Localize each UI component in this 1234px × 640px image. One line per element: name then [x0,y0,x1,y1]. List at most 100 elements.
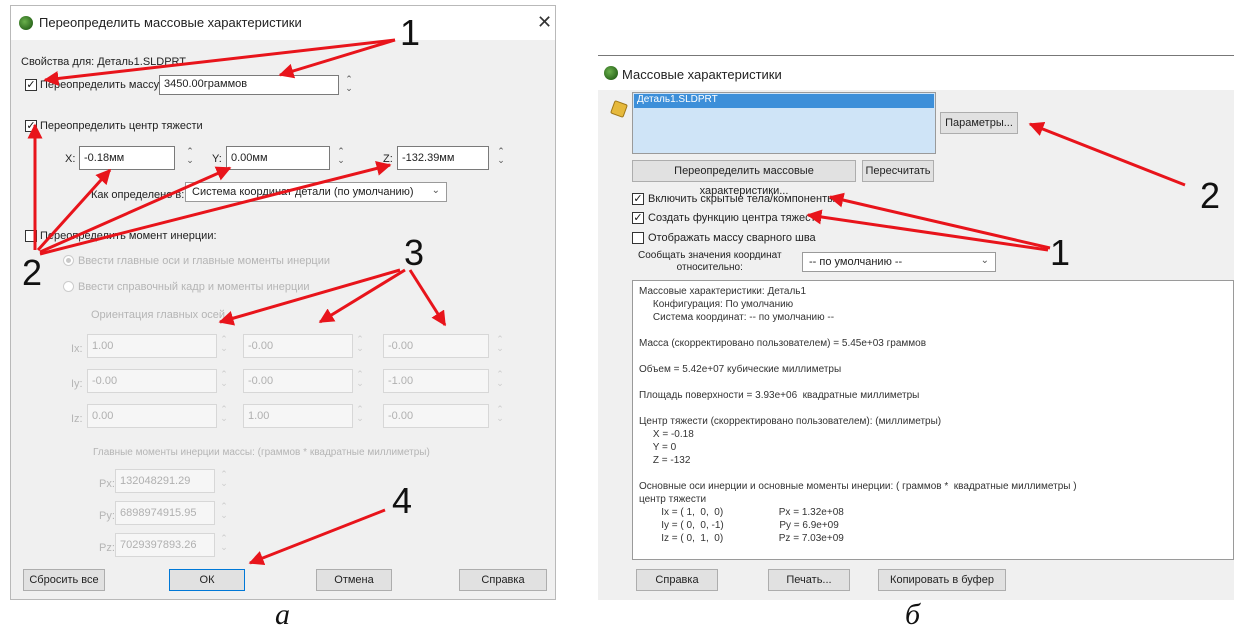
px-input[interactable]: 132048291.29 [115,469,215,493]
px-label: Px: [99,478,115,490]
create-com-feature-checkbox[interactable]: ✓ [632,212,644,224]
results-line: Ix = ( 1, 0, 0) Px = 1.32e+08 [639,507,844,518]
dialog-titlebar: Переопределить массовые характеристики ✕ [11,6,555,40]
override-mass-label: Переопределить массу. [40,79,162,91]
annotation-number-2: 2 [22,252,43,293]
annotation-number-3: 3 [404,232,425,273]
results-line: Система координат: -- по умолчанию -- [639,312,835,323]
results-line: Моменты инерции: ( граммов * квадратные … [639,558,1227,559]
iy-3-spinner[interactable]: ⌃ ⌄ [495,370,505,388]
override-mass-checkbox[interactable]: ✓ [25,79,37,91]
ix-3-input[interactable]: -0.00 [383,334,489,358]
iy-2-input[interactable]: -0.00 [243,369,353,393]
override-inertia-checkbox[interactable] [25,230,37,242]
cancel-button[interactable]: Отмена [316,569,392,591]
print-button[interactable]: Печать... [768,569,850,591]
dialog-title: Массовые характеристики [622,67,782,82]
report-coords-label: Сообщать значения координат относительно… [638,250,782,274]
com-y-input[interactable]: 0.00мм [226,146,330,170]
mass-input[interactable]: 3450.00граммов [159,75,339,95]
orientation-label: Ориентация главных осей [91,309,226,321]
iz-1-spinner[interactable]: ⌃ ⌄ [219,405,229,423]
reset-all-button[interactable]: Сбросить все [23,569,105,591]
com-y-spinner[interactable]: ⌃ ⌄ [336,147,346,165]
radio-principal-axes[interactable] [63,255,74,266]
override-com-checkbox[interactable]: ✓ [25,120,37,132]
com-x-input[interactable]: -0.18мм [79,146,175,170]
results-line: Объем = 5.42e+07 кубические миллиметры [639,364,842,375]
iy-1-spinner[interactable]: ⌃ ⌄ [219,370,229,388]
com-x-spinner[interactable]: ⌃ ⌄ [185,147,195,165]
com-z-input[interactable]: -132.39мм [397,146,489,170]
ix-2-spinner[interactable]: ⌃ ⌄ [355,335,365,353]
recalculate-button[interactable]: Пересчитать [862,160,934,182]
iy-2-spinner[interactable]: ⌃ ⌄ [355,370,365,388]
include-hidden-checkbox[interactable]: ✓ [632,193,644,205]
dialog-title: Переопределить массовые характеристики [39,15,302,30]
ok-button[interactable]: ОК [169,569,245,591]
iz-3-input[interactable]: -0.00 [383,404,489,428]
iz-2-input[interactable]: 1.00 [243,404,353,428]
coordinate-system-select[interactable]: Система координат детали (по умолчанию) … [185,182,447,202]
report-coords-label-line1: Сообщать значения координат [638,250,782,261]
radio-reference-frame-label: Ввести справочный кадр и моменты инерции [78,281,310,293]
ix-1-spinner[interactable]: ⌃ ⌄ [219,335,229,353]
iz-1-input[interactable]: 0.00 [87,404,217,428]
results-line: X = -0.18 [639,429,694,440]
show-weld-mass-checkbox[interactable] [632,232,644,244]
pz-input[interactable]: 7029397893.26 [115,533,215,557]
iy-label: Iy: [71,378,83,390]
results-line [639,324,1227,337]
include-hidden-label: Включить скрытые тела/компоненты [648,193,836,205]
annotation-number-2-right: 2 [1200,175,1221,216]
results-line: Центр тяжести (скорректировано пользоват… [639,416,942,427]
results-line: Iz = ( 0, 1, 0) Pz = 7.03e+09 [639,533,844,544]
ix-2-input[interactable]: -0.00 [243,334,353,358]
annotation-number-1: 1 [400,12,421,53]
py-spinner[interactable]: ⌃ ⌄ [219,502,229,520]
results-line: Конфигурация: По умолчанию [639,299,794,310]
override-mass-properties-button[interactable]: Переопределить массовые характеристики..… [632,160,856,197]
close-icon[interactable]: ✕ [537,12,552,33]
coordinate-system-value: Система координат детали (по умолчанию) [192,186,414,198]
pz-label: Pz: [99,542,115,554]
mass-properties-results[interactable]: Массовые характеристики: Деталь1 Конфигу… [632,280,1234,560]
results-line: Iy = ( 0, 0, -1) Py = 6.9e+09 [639,520,839,531]
mass-spinner[interactable]: ⌃ ⌄ [344,75,354,93]
pz-spinner[interactable]: ⌃ ⌄ [219,534,229,552]
defined-in-label: Как определено в: [91,189,185,201]
caption-a: а [275,598,290,631]
report-coords-select[interactable]: -- по умолчанию -- ⌄ [802,252,996,272]
caption-b: б [905,598,921,631]
copy-to-clipboard-button[interactable]: Копировать в буфер [878,569,1006,591]
solidworks-app-icon [604,66,618,80]
override-com-label: Переопределить центр тяжести [40,120,203,132]
px-spinner[interactable]: ⌃ ⌄ [219,470,229,488]
py-input[interactable]: 6898974915.95 [115,501,215,525]
iz-2-spinner[interactable]: ⌃ ⌄ [355,405,365,423]
results-line: Массовые характеристики: Деталь1 [639,286,807,297]
ix-1-input[interactable]: 1.00 [87,334,217,358]
properties-for-label: Свойства для: Деталь1.SLDPRT [21,56,187,68]
iy-3-input[interactable]: -1.00 [383,369,489,393]
ix-3-spinner[interactable]: ⌃ ⌄ [495,335,505,353]
py-label: Py: [99,510,115,522]
help-button[interactable]: Справка [459,569,547,591]
selected-item[interactable]: Деталь1.SLDPRT [634,94,934,108]
create-com-feature-label: Создать функцию центра тяжести [648,212,822,224]
annotation-number-1-right: 1 [1050,232,1071,273]
com-z-spinner[interactable]: ⌃ ⌄ [496,147,506,165]
radio-reference-frame[interactable] [63,281,74,292]
part-icon [610,100,628,118]
chevron-down-icon: ⌄ [431,185,440,196]
selected-items-list[interactable]: Деталь1.SLDPRT [632,92,936,154]
help-button[interactable]: Справка [636,569,718,591]
iz-3-spinner[interactable]: ⌃ ⌄ [495,405,505,423]
results-line: Масса (скорректировано пользователем) = … [639,338,927,349]
principal-moments-label: Главные моменты инерции массы: (граммов … [93,447,430,458]
iy-1-input[interactable]: -0.00 [87,369,217,393]
results-line [639,350,1227,363]
options-button[interactable]: Параметры... [940,112,1018,134]
mass-properties-dialog: Массовые характеристики Деталь1.SLDPRT П… [598,55,1234,600]
x-label: X: [65,153,76,165]
